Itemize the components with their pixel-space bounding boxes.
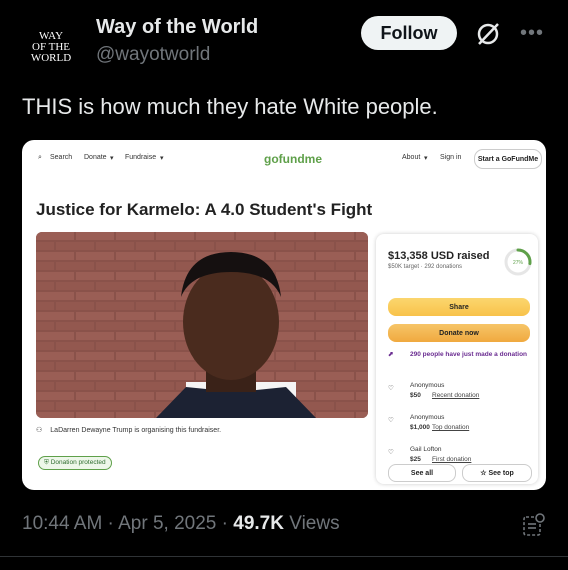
see-all-button: See all xyxy=(388,464,456,482)
user-icon: ⚇ xyxy=(36,427,43,434)
tweet-date[interactable]: Apr 5, 2025 xyxy=(118,513,216,534)
donor-icon: ♡ xyxy=(388,417,394,424)
organiser-text: LaDarren Dewayne Trump is organising thi… xyxy=(50,427,222,434)
donation-panel: $13,358 USD raised $50K target · 292 don… xyxy=(376,234,538,484)
analytics-icon[interactable] xyxy=(522,512,546,538)
nav-signin: Sign in xyxy=(440,154,462,161)
avatar-line-2: OF THE xyxy=(32,40,70,53)
fundraiser-title: Justice for Karmelo: A 4.0 Student's Fig… xyxy=(36,200,373,219)
share-button: Share xyxy=(388,298,530,316)
progress-ring: 27% xyxy=(504,248,532,276)
donor-amount: $1,000 xyxy=(410,424,430,431)
chevron-down-icon: ▾ xyxy=(160,155,164,162)
avatar[interactable]: WAY OF THE WORLD xyxy=(22,18,80,76)
see-top-button: ☆ See top xyxy=(462,464,532,482)
more-options-icon[interactable]: ••• xyxy=(520,22,544,45)
nav-donate: Donate xyxy=(84,154,107,161)
donation-protected-text: Donation protected xyxy=(50,459,106,466)
donation-protected-badge: ⛨ Donation protected xyxy=(38,456,112,470)
avatar-line-1: WAY xyxy=(38,29,64,42)
donate-now-button: Donate now xyxy=(388,324,530,342)
donor-icon: ♡ xyxy=(388,449,394,456)
tweet-meta: 10:44 AM · Apr 5, 2025 · 49.7K Views xyxy=(22,513,340,534)
gofundme-screenshot[interactable]: ⌕ Search Donate ▾ Fundraise ▾ About ▾ Si… xyxy=(22,140,546,490)
target-and-donations: $50K target · 292 donations xyxy=(388,264,463,270)
donor-amount: $50 xyxy=(410,392,421,399)
nav-search: Search xyxy=(50,154,73,161)
views-label: Views xyxy=(289,513,340,534)
nav-fundraise: Fundraise xyxy=(125,154,157,161)
star-icon: ☆ xyxy=(480,470,487,477)
chevron-down-icon: ▾ xyxy=(110,155,114,162)
author-handle[interactable]: @wayotworld xyxy=(96,44,210,66)
donor-type: Recent donation xyxy=(432,392,480,399)
donor-type: Top donation xyxy=(432,424,470,431)
tweet-time[interactable]: 10:44 AM xyxy=(22,513,102,534)
follow-button[interactable]: Follow xyxy=(361,16,457,50)
divider xyxy=(0,556,568,557)
start-gofundme-button: Start a GoFundMe xyxy=(474,149,542,169)
fundraiser-photo xyxy=(36,232,368,418)
progress-label: 27% xyxy=(513,260,524,266)
donor-amount: $25 xyxy=(410,456,421,463)
shield-icon: ⛨ xyxy=(44,459,49,466)
author-name[interactable]: Way of the World xyxy=(96,16,258,39)
tweet-text: THIS is how much they hate White people. xyxy=(22,94,438,119)
trending-icon: ⬈ xyxy=(388,351,394,358)
donor-name: Anonymous xyxy=(410,382,445,389)
organiser-line: ⚇ LaDarren Dewayne Trump is organising th… xyxy=(36,426,221,434)
avatar-line-3: WORLD xyxy=(30,51,72,64)
donor-name: Anonymous xyxy=(410,414,445,421)
grok-icon[interactable] xyxy=(474,20,502,48)
search-icon: ⌕ xyxy=(38,154,42,161)
notice-text: 290 people have just made a donation xyxy=(410,351,528,358)
amount-raised: $13,358 USD raised xyxy=(388,250,490,262)
nav-about: About xyxy=(402,154,421,161)
views-count: 49.7K xyxy=(233,513,284,534)
donor-type: First donation xyxy=(432,456,472,463)
see-top-label: See top xyxy=(488,469,514,477)
gofundme-logo: gofundme xyxy=(264,152,322,166)
donor-icon: ♡ xyxy=(388,385,394,392)
chevron-down-icon: ▾ xyxy=(424,155,428,162)
donor-name: Gail Lofton xyxy=(410,446,442,453)
